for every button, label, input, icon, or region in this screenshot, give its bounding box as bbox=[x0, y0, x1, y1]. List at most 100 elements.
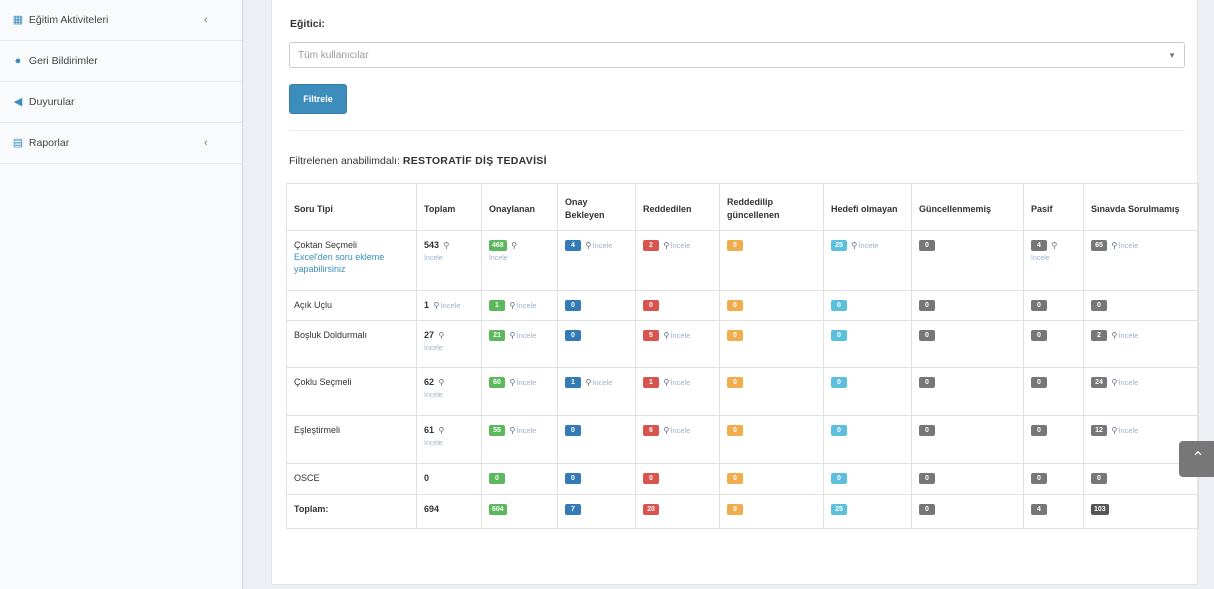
not-updated-badge: 0 bbox=[919, 240, 935, 252]
cell-total: 61 ⚲ İncele bbox=[416, 415, 482, 464]
not-updated-badge: 0 bbox=[919, 330, 935, 342]
cell-rejected: 6 ⚲İncele bbox=[635, 415, 720, 464]
inspect-link[interactable]: İncele bbox=[424, 438, 475, 450]
inspect-link[interactable]: İncele bbox=[424, 390, 475, 402]
no-target-badge: 0 bbox=[831, 473, 847, 485]
cell-total: 0 bbox=[416, 463, 482, 495]
search-icon: ⚲ bbox=[663, 330, 670, 340]
chevron-up-icon: ⌃ bbox=[1191, 450, 1205, 467]
pending-badge: 0 bbox=[565, 425, 581, 437]
approved-badge: 21 bbox=[489, 330, 505, 342]
egitici-select[interactable]: Tüm kullanıcılar ▼ bbox=[289, 42, 1185, 68]
inspect-link[interactable]: ⚲İncele bbox=[586, 378, 613, 387]
inspect-link[interactable]: ⚲ bbox=[511, 241, 518, 250]
inspect-link[interactable]: ⚲İncele bbox=[510, 301, 537, 310]
passive-badge: 0 bbox=[1031, 330, 1047, 342]
cell-total: 694 bbox=[416, 494, 482, 529]
cell-not-updated: 0 bbox=[911, 463, 1024, 495]
cell-pending: 1 ⚲İncele bbox=[557, 367, 636, 416]
inspect-link[interactable]: İncele bbox=[424, 343, 475, 355]
table-row: OSCE 0 0 0 0 0 0 0 0 0 bbox=[286, 463, 1199, 495]
search-icon: ⚲ bbox=[1111, 377, 1118, 387]
sidebar-item-egitim-aktiviteleri[interactable]: ▦ Eğitim Aktiviteleri ‹ bbox=[0, 0, 242, 41]
sidebar-item-geri-bildirimler[interactable]: ● Geri Bildirimler bbox=[0, 41, 242, 82]
approved-badge: 55 bbox=[489, 425, 505, 437]
cell-passive: 0 bbox=[1023, 367, 1084, 416]
divider bbox=[289, 130, 1185, 131]
excel-import-link[interactable]: Excel'den soru ekleme yapabilirsiniz bbox=[294, 252, 384, 274]
table-header-row: Soru Tipi Toplam Onaylanan Onay Bekleyen… bbox=[286, 183, 1199, 231]
inspect-link[interactable]: ⚲İncele bbox=[1112, 426, 1139, 435]
inspect-link[interactable]: ⚲İncele bbox=[510, 426, 537, 435]
not-updated-badge: 0 bbox=[919, 377, 935, 389]
cell-passive: 4 bbox=[1023, 494, 1084, 529]
inspect-link[interactable]: ⚲İncele bbox=[664, 241, 691, 250]
pending-total-badge: 7 bbox=[565, 504, 581, 516]
inspect-link[interactable]: ⚲İncele bbox=[664, 331, 691, 340]
rejected-updated-badge: 0 bbox=[727, 473, 743, 485]
inspect-link[interactable]: ⚲İncele bbox=[852, 241, 879, 250]
cell-not-updated: 0 bbox=[911, 320, 1024, 368]
table-row: Çoktan Seçmeli Excel'den soru ekleme yap… bbox=[286, 230, 1199, 291]
pending-badge: 0 bbox=[565, 473, 581, 485]
table-row: Eşleştirmeli 61 ⚲ İncele 55 ⚲İncele 0 6 … bbox=[286, 415, 1199, 464]
cell-pending: 7 bbox=[557, 494, 636, 529]
inspect-link[interactable]: İncele bbox=[1031, 253, 1077, 265]
inspect-link[interactable]: İncele bbox=[489, 253, 551, 265]
sidebar-item-raporlar[interactable]: ▤ Raporlar ‹ bbox=[0, 123, 242, 164]
inspect-link[interactable]: ⚲İncele bbox=[1112, 241, 1139, 250]
rejected-badge: 1 bbox=[643, 377, 659, 389]
grid-icon: ▦ bbox=[12, 14, 24, 26]
search-icon: ⚲ bbox=[438, 425, 445, 435]
inspect-link[interactable]: İncele bbox=[424, 253, 475, 265]
pending-badge: 0 bbox=[565, 300, 581, 312]
inspect-link[interactable]: ⚲İncele bbox=[586, 241, 613, 250]
cell-approved: 0 bbox=[481, 463, 558, 495]
inspect-link[interactable]: ⚲İncele bbox=[510, 378, 537, 387]
inspect-link[interactable]: ⚲ bbox=[439, 331, 446, 340]
inspect-link[interactable]: ⚲İncele bbox=[510, 331, 537, 340]
row-total: 61 bbox=[424, 425, 435, 435]
inspect-link[interactable]: ⚲ bbox=[1052, 241, 1059, 250]
cell-type: Açık Uçlu bbox=[286, 290, 417, 321]
not-asked-badge: 0 bbox=[1091, 473, 1107, 485]
chevron-left-icon: ‹ bbox=[204, 14, 208, 26]
inspect-link[interactable]: ⚲İncele bbox=[664, 378, 691, 387]
inspect-link[interactable]: ⚲İncele bbox=[664, 426, 691, 435]
scroll-to-top-button[interactable]: ⌃ bbox=[1179, 441, 1214, 477]
inspect-link[interactable]: ⚲İncele bbox=[1112, 378, 1139, 387]
totals-label: Toplam: bbox=[286, 494, 417, 529]
cell-total: 1 ⚲İncele bbox=[416, 290, 482, 321]
cell-approved: 604 bbox=[481, 494, 558, 529]
search-icon: ⚲ bbox=[1051, 240, 1058, 250]
search-icon: ⚲ bbox=[509, 377, 516, 387]
table-icon: ▤ bbox=[12, 137, 24, 149]
inspect-link[interactable]: ⚲ bbox=[444, 241, 451, 250]
rejected-updated-badge: 0 bbox=[727, 300, 743, 312]
approved-badge: 1 bbox=[489, 300, 505, 312]
cell-type: Boşluk Doldurmalı bbox=[286, 320, 417, 368]
header-pasif: Pasif bbox=[1023, 183, 1084, 231]
cell-approved: 21 ⚲İncele bbox=[481, 320, 558, 368]
inspect-link[interactable]: ⚲ bbox=[439, 426, 446, 435]
bullhorn-icon: ◀ bbox=[13, 96, 23, 108]
passive-total-badge: 4 bbox=[1031, 504, 1047, 516]
header-reddedilip-guncellenen: Reddedilip güncellenen bbox=[719, 183, 824, 231]
rejected-updated-badge: 0 bbox=[727, 377, 743, 389]
header-toplam: Toplam bbox=[416, 183, 482, 231]
inspect-link[interactable]: ⚲İncele bbox=[1112, 331, 1139, 340]
cell-no-target: 0 bbox=[823, 415, 912, 464]
no-target-badge: 0 bbox=[831, 377, 847, 389]
filter-button[interactable]: Filtrele bbox=[289, 84, 347, 114]
cell-rejected: 0 bbox=[635, 290, 720, 321]
sidebar-item-duyurular[interactable]: ◀ Duyurular bbox=[0, 82, 242, 123]
cell-no-target: 0 bbox=[823, 367, 912, 416]
cell-not-updated: 0 bbox=[911, 415, 1024, 464]
question-stats-table: Soru Tipi Toplam Onaylanan Onay Bekleyen… bbox=[286, 183, 1199, 529]
table-row: Çoklu Seçmeli 62 ⚲ İncele 60 ⚲İncele 1 ⚲… bbox=[286, 367, 1199, 416]
cell-pending: 0 bbox=[557, 290, 636, 321]
cell-approved: 60 ⚲İncele bbox=[481, 367, 558, 416]
inspect-link[interactable]: ⚲ bbox=[439, 378, 446, 387]
cell-total: 543 ⚲ İncele bbox=[416, 230, 482, 291]
inspect-link[interactable]: ⚲İncele bbox=[434, 301, 461, 310]
